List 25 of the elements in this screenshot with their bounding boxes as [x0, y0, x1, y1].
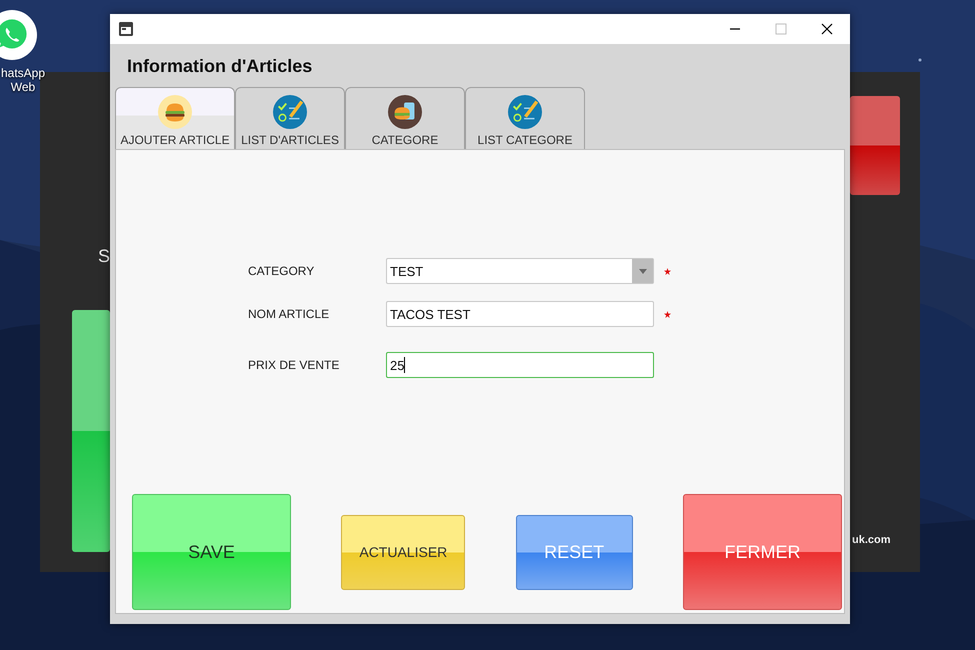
website-text: uk.com: [852, 534, 891, 546]
save-button[interactable]: SAVE: [132, 494, 291, 610]
tab[interactable]: LIST CATEGORE: [465, 87, 585, 149]
burger-icon: [158, 95, 192, 129]
shortcut-label: Web: [10, 80, 36, 94]
input-field[interactable]: 25: [386, 352, 654, 378]
tab[interactable]: AJOUTER ARTICLE: [115, 87, 235, 149]
field-label: PRIX DE VENTE: [248, 358, 340, 372]
input-field[interactable]: TACOS TEST: [386, 301, 654, 327]
tab[interactable]: CATEGORE: [345, 87, 465, 149]
shortcut-label: hatsApp: [0, 66, 46, 80]
field-label: CATEGORY: [248, 264, 316, 278]
food-category-icon: [388, 95, 422, 129]
window-title: Information d'Articles: [127, 56, 314, 78]
chat-app-icon[interactable]: [0, 10, 37, 60]
update-button[interactable]: ACTUALISER: [341, 514, 466, 590]
tab[interactable]: LIST D'ARTICLES: [235, 87, 345, 149]
window-icon: [119, 22, 133, 36]
caret-icon: [638, 268, 646, 274]
subtitle-text: S: [98, 246, 110, 267]
category-dropdown[interactable]: TEST: [386, 258, 654, 284]
field-label: NOM ARTICLE: [248, 307, 330, 321]
checklist-icon: [273, 95, 307, 129]
checklist-icon: [508, 95, 542, 129]
close-icon[interactable]: [821, 23, 833, 35]
